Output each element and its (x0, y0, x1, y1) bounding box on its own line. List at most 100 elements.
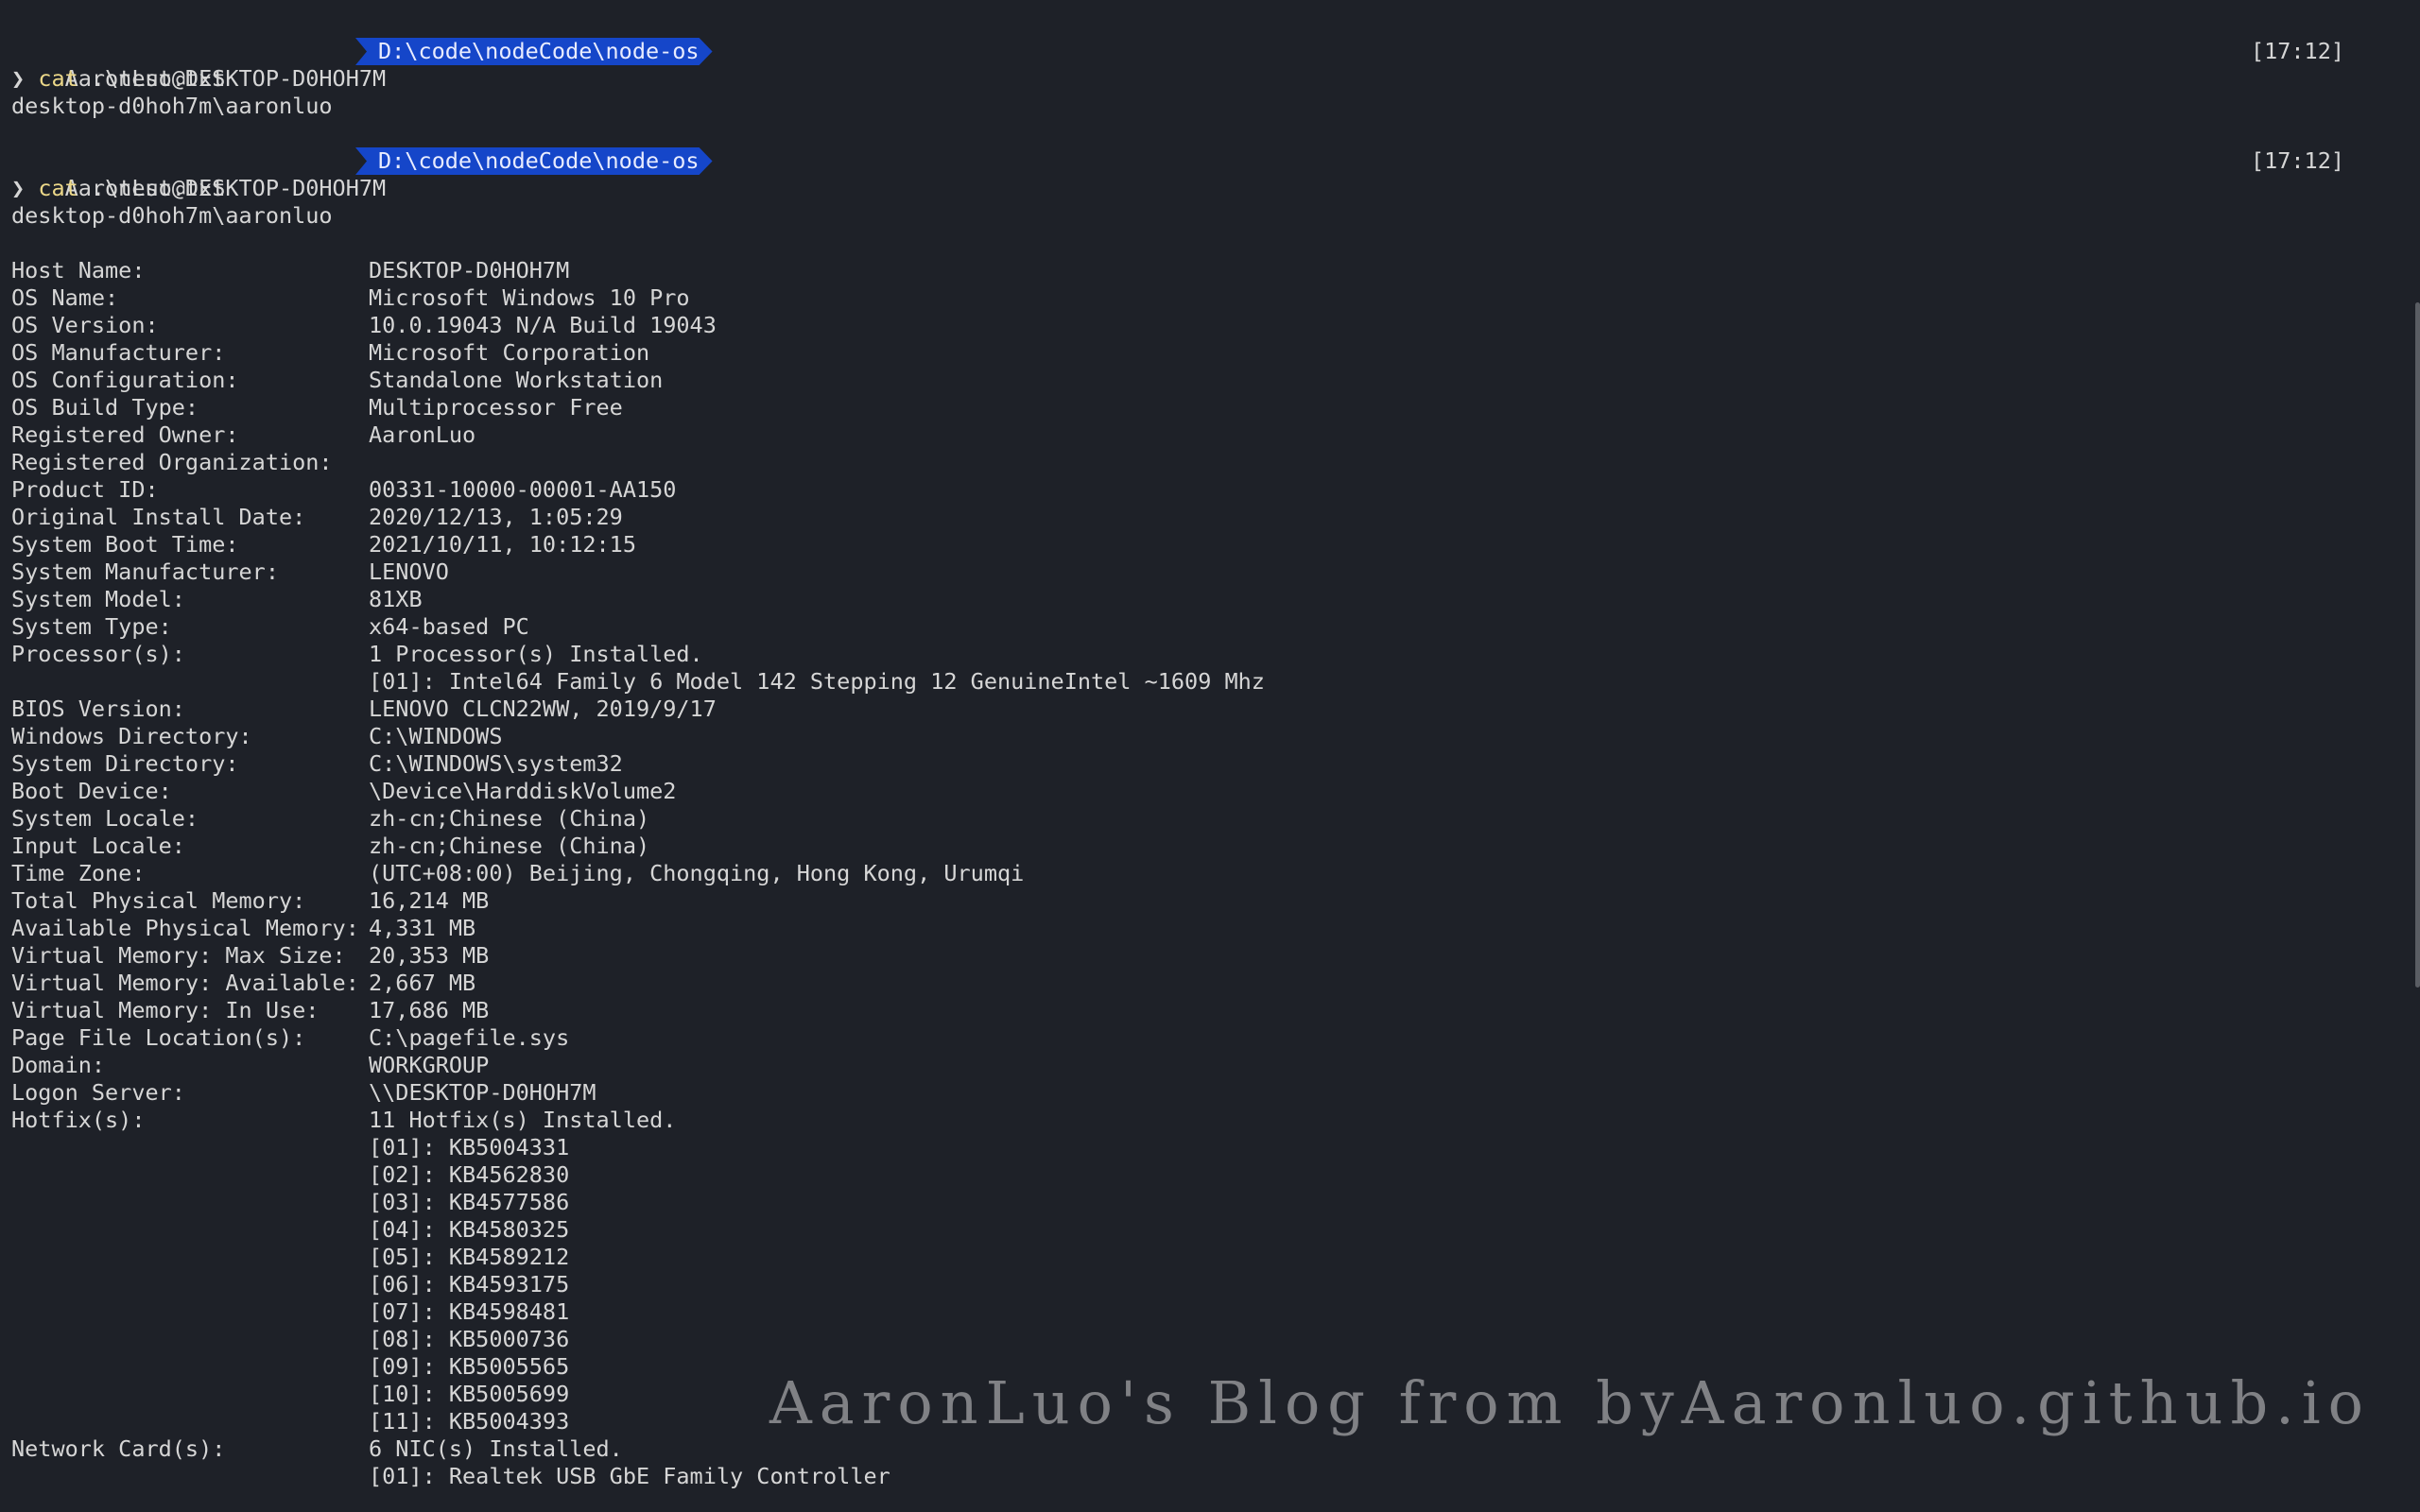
sysinfo-row: Domain: WORKGROUP (11, 1052, 2409, 1079)
sysinfo-label: Logon Server: (11, 1079, 185, 1106)
sysinfo-value: zh-cn;Chinese (China) (369, 833, 650, 859)
sysinfo-row: System Manufacturer: LENOVO (11, 558, 2409, 586)
sysinfo-row: Input Locale: zh-cn;Chinese (China) (11, 833, 2409, 860)
command-argument: .\test.txt (91, 175, 226, 201)
chevron-icon: ❯ (11, 175, 26, 201)
terminal-window[interactable]: AaronLuo@DESKTOP-D0HOH7M D:\code\nodeCod… (0, 0, 2420, 1512)
sysinfo-value: WORKGROUP (369, 1052, 490, 1078)
sysinfo-value: LENOVO CLCN22WW, 2019/9/17 (369, 696, 717, 722)
sysinfo-row: Time Zone: (UTC+08:00) Beijing, Chongqing… (11, 860, 2409, 887)
blog-watermark: AaronLuo's Blog from byAaronluo.github.i… (769, 1368, 2371, 1437)
sysinfo-row: [08]: KB5000736 (11, 1326, 2409, 1353)
sysinfo-row: Boot Device: \Device\HarddiskVolume2 (11, 778, 2409, 805)
sysinfo-value: [08]: KB5000736 (369, 1326, 570, 1352)
sysinfo-value: 16,214 MB (369, 887, 490, 914)
sysinfo-row: BIOS Version: LENOVO CLCN22WW, 2019/9/17 (11, 696, 2409, 723)
sysinfo-row: System Type: x64-based PC (11, 613, 2409, 641)
sysinfo-row: [06]: KB4593175 (11, 1271, 2409, 1298)
sysinfo-row: Registered Owner: AaronLuo (11, 421, 2409, 449)
command-line: ❯ cat .\test.txt (11, 175, 2409, 202)
sysinfo-row: System Directory: C:\WINDOWS\system32 (11, 750, 2409, 778)
sysinfo-label: System Locale: (11, 805, 199, 832)
sysinfo-label: Input Locale: (11, 833, 185, 859)
sysinfo-value: Microsoft Corporation (369, 339, 650, 366)
sysinfo-row: [02]: KB4562830 (11, 1161, 2409, 1189)
sysinfo-row: Virtual Memory: Available: 2,667 MB (11, 970, 2409, 997)
sysinfo-value: 2,667 MB (369, 970, 476, 996)
command-name: cat (38, 65, 78, 92)
sysinfo-label: Registered Owner: (11, 421, 239, 448)
sysinfo-row: Virtual Memory: Max Size: 20,353 MB (11, 942, 2409, 970)
sysinfo-label: OS Configuration: (11, 367, 239, 393)
chevron-icon: ❯ (11, 65, 26, 92)
sysinfo-value: 2021/10/11, 10:12:15 (369, 531, 636, 558)
command-argument: .\test.txt (91, 65, 226, 92)
sysinfo-value: C:\pagefile.sys (369, 1024, 570, 1051)
sysinfo-value: 10.0.19043 N/A Build 19043 (369, 312, 717, 338)
sysinfo-row: OS Configuration: Standalone Workstation (11, 367, 2409, 394)
sysinfo-value: DESKTOP-D0HOH7M (369, 257, 570, 284)
sysinfo-label: Boot Device: (11, 778, 172, 804)
sysinfo-value: 2020/12/13, 1:05:29 (369, 504, 623, 530)
sysinfo-row: Registered Organization: (11, 449, 2409, 476)
sysinfo-value: (UTC+08:00) Beijing, Chongqing, Hong Kon… (369, 860, 1025, 886)
command-output: desktop-d0hoh7m\aaronluo (11, 202, 333, 229)
sysinfo-value: 81XB (369, 586, 423, 612)
sysinfo-value: [01]: Intel64 Family 6 Model 142 Steppin… (369, 668, 1265, 695)
sysinfo-label: BIOS Version: (11, 696, 185, 722)
sysinfo-label: Domain: (11, 1052, 106, 1078)
sysinfo-row: Hotfix(s): 11 Hotfix(s) Installed. (11, 1107, 2409, 1134)
sysinfo-value: [11]: KB5004393 (369, 1408, 570, 1435)
sysinfo-value: [02]: KB4562830 (369, 1161, 570, 1188)
sysinfo-value: \\DESKTOP-D0HOH7M (369, 1079, 596, 1106)
sysinfo-value: 11 Hotfix(s) Installed. (369, 1107, 677, 1133)
sysinfo-label: System Type: (11, 613, 172, 640)
sysinfo-label: Virtual Memory: Available: (11, 970, 359, 996)
sysinfo-row: Page File Location(s): C:\pagefile.sys (11, 1024, 2409, 1052)
sysinfo-row: [03]: KB4577586 (11, 1189, 2409, 1216)
sysinfo-label: Page File Location(s): (11, 1024, 306, 1051)
sysinfo-label: OS Name: (11, 284, 119, 311)
sysinfo-value: Standalone Workstation (369, 367, 664, 393)
sysinfo-label: System Model: (11, 586, 185, 612)
prompt-path-segment: D:\code\nodeCode\node-os (355, 147, 713, 175)
sysinfo-row: [04]: KB4580325 (11, 1216, 2409, 1244)
sysinfo-label: System Manufacturer: (11, 558, 279, 585)
sysinfo-value: [06]: KB4593175 (369, 1271, 570, 1297)
sysinfo-row: Total Physical Memory: 16,214 MB (11, 887, 2409, 915)
sysinfo-value: Multiprocessor Free (369, 394, 623, 421)
sysinfo-row: [01]: KB5004331 (11, 1134, 2409, 1161)
sysinfo-label: OS Manufacturer: (11, 339, 226, 366)
sysinfo-row: OS Name: Microsoft Windows 10 Pro (11, 284, 2409, 312)
sysinfo-label: Registered Organization: (11, 449, 333, 475)
sysinfo-value: 20,353 MB (369, 942, 490, 969)
sysinfo-row: OS Build Type: Multiprocessor Free (11, 394, 2409, 421)
sysinfo-value: 4,331 MB (369, 915, 476, 941)
prompt-line: AaronLuo@DESKTOP-D0HOH7M D:\code\nodeCod… (11, 38, 2409, 92)
sysinfo-value: [09]: KB5005565 (369, 1353, 570, 1380)
sysinfo-row: [01]: Intel64 Family 6 Model 142 Steppin… (11, 668, 2409, 696)
sysinfo-label: Product ID: (11, 476, 159, 503)
prompt-time: [17:12] (2250, 147, 2344, 174)
sysinfo-row: [05]: KB4589212 (11, 1244, 2409, 1271)
sysinfo-row: Host Name: DESKTOP-D0HOH7M (11, 257, 2409, 284)
sysinfo-label: Host Name: (11, 257, 146, 284)
sysinfo-value: [01]: Realtek USB GbE Family Controller (369, 1463, 890, 1489)
sysinfo-row: Logon Server: \\DESKTOP-D0HOH7M (11, 1079, 2409, 1107)
sysinfo-value: 17,686 MB (369, 997, 490, 1023)
scrollbar-thumb[interactable] (2415, 302, 2420, 988)
sysinfo-label: Total Physical Memory: (11, 887, 306, 914)
sysinfo-value: [01]: KB5004331 (369, 1134, 570, 1160)
sysinfo-row: Product ID: 00331-10000-00001-AA150 (11, 476, 2409, 504)
command-line: ❯ cat .\test.txt (11, 65, 2409, 93)
sysinfo-row: Original Install Date: 2020/12/13, 1:05:2… (11, 504, 2409, 531)
sysinfo-value: 6 NIC(s) Installed. (369, 1435, 623, 1462)
sysinfo-label: Virtual Memory: In Use: (11, 997, 320, 1023)
sysinfo-row: OS Manufacturer: Microsoft Corporation (11, 339, 2409, 367)
sysinfo-row: [07]: KB4598481 (11, 1298, 2409, 1326)
sysinfo-value: [07]: KB4598481 (369, 1298, 570, 1325)
sysinfo-label: Original Install Date: (11, 504, 306, 530)
sysinfo-label: System Directory: (11, 750, 239, 777)
sysinfo-value: Microsoft Windows 10 Pro (369, 284, 690, 311)
sysinfo-row: Processor(s): 1 Processor(s) Installed. (11, 641, 2409, 668)
